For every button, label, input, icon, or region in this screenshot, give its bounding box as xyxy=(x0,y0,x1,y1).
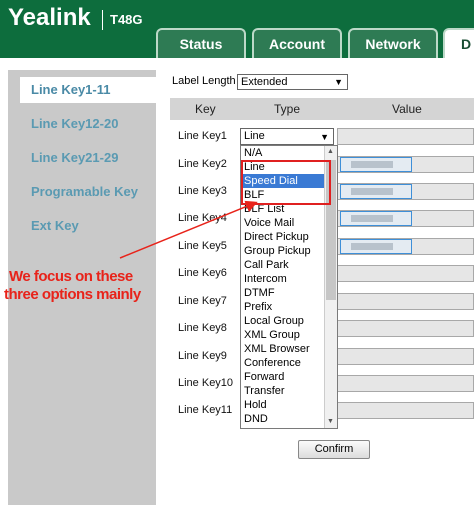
value-field-line-key10[interactable] xyxy=(337,375,474,392)
tab-status[interactable]: Status xyxy=(156,28,246,58)
tab-dsskey[interactable]: D xyxy=(443,28,474,58)
sidebar-item-ext-key[interactable]: Ext Key xyxy=(31,218,79,233)
value-field-line-key11[interactable] xyxy=(337,402,474,419)
line-key1-type-value: Line xyxy=(244,130,265,142)
option-prefix[interactable]: Prefix xyxy=(241,300,325,314)
top-header: Yealink T48G Status Account Network D xyxy=(0,0,474,58)
row-label-line-key7: Line Key7 xyxy=(178,295,227,307)
blurred-value-line-key3 xyxy=(340,184,412,199)
tab-network[interactable]: Network xyxy=(348,28,438,58)
value-field-line-key7[interactable] xyxy=(337,293,474,310)
row-label-line-key11: Line Key11 xyxy=(178,404,233,416)
option-direct-pickup[interactable]: Direct Pickup xyxy=(241,230,325,244)
option-dtmf[interactable]: DTMF xyxy=(241,286,325,300)
option-hold[interactable]: Hold xyxy=(241,398,325,412)
line-key1-type-select[interactable]: Line ▼ xyxy=(240,128,334,145)
blurred-value-line-key4 xyxy=(340,211,412,226)
option-forward[interactable]: Forward xyxy=(241,370,325,384)
row-label-line-key1: Line Key1 xyxy=(178,130,227,142)
blurred-value-line-key2 xyxy=(340,157,412,172)
highlight-box xyxy=(241,160,331,205)
annotation-line2: three options mainly xyxy=(4,286,141,303)
scroll-up-icon[interactable]: ▲ xyxy=(327,148,334,155)
brand-logo: Yealink xyxy=(8,4,91,31)
scroll-down-icon[interactable]: ▼ xyxy=(327,418,334,425)
model-name: T48G xyxy=(110,12,143,27)
option-voice-mail[interactable]: Voice Mail xyxy=(241,216,325,230)
row-label-line-key6: Line Key6 xyxy=(178,267,227,279)
sidebar-item-line-key-21-29[interactable]: Line Key21-29 xyxy=(31,150,118,165)
value-field-line-key1[interactable] xyxy=(337,128,474,145)
row-label-line-key4: Line Key4 xyxy=(178,212,227,224)
logo-separator xyxy=(102,10,103,30)
row-label-line-key5: Line Key5 xyxy=(178,240,227,252)
option-local-group[interactable]: Local Group xyxy=(241,314,325,328)
confirm-button[interactable]: Confirm xyxy=(298,440,370,459)
value-field-line-key6[interactable] xyxy=(337,265,474,282)
header-key: Key xyxy=(195,102,216,116)
annotation-line1: We focus on these xyxy=(9,268,133,285)
label-length-select[interactable]: Extended ▼ xyxy=(237,74,348,90)
option-conference[interactable]: Conference xyxy=(241,356,325,370)
blurred-value-line-key5 xyxy=(340,239,412,254)
label-length-value: Extended xyxy=(241,76,288,88)
option-xml-group[interactable]: XML Group xyxy=(241,328,325,342)
sidebar-item-line-key-12-20[interactable]: Line Key12-20 xyxy=(31,116,118,131)
value-field-line-key9[interactable] xyxy=(337,348,474,365)
value-field-line-key8[interactable] xyxy=(337,320,474,337)
header-type: Type xyxy=(274,102,301,116)
sidebar-item-line-key-1-11[interactable]: Line Key1-11 xyxy=(20,77,156,103)
option-group-pickup[interactable]: Group Pickup xyxy=(241,244,325,258)
option-intercom[interactable]: Intercom xyxy=(241,272,325,286)
row-label-line-key10: Line Key10 xyxy=(178,377,234,389)
tab-account[interactable]: Account xyxy=(252,28,342,58)
row-label-line-key9: Line Key9 xyxy=(178,350,227,362)
option-dnd[interactable]: DND xyxy=(241,412,325,426)
chevron-down-icon: ▼ xyxy=(320,132,329,142)
option-na[interactable]: N/A xyxy=(241,146,325,160)
table-header: Key Type Value xyxy=(170,98,474,120)
row-label-line-key3: Line Key3 xyxy=(178,185,227,197)
option-xml-browser[interactable]: XML Browser xyxy=(241,342,325,356)
header-value: Value xyxy=(392,102,422,116)
option-transfer[interactable]: Transfer xyxy=(241,384,325,398)
row-label-line-key8: Line Key8 xyxy=(178,322,227,334)
chevron-down-icon: ▼ xyxy=(334,77,343,87)
label-length-label: Label Length xyxy=(172,75,236,87)
row-label-line-key2: Line Key2 xyxy=(178,158,227,170)
option-call-park[interactable]: Call Park xyxy=(241,258,325,272)
sidebar-item-programable-key[interactable]: Programable Key xyxy=(31,184,138,199)
